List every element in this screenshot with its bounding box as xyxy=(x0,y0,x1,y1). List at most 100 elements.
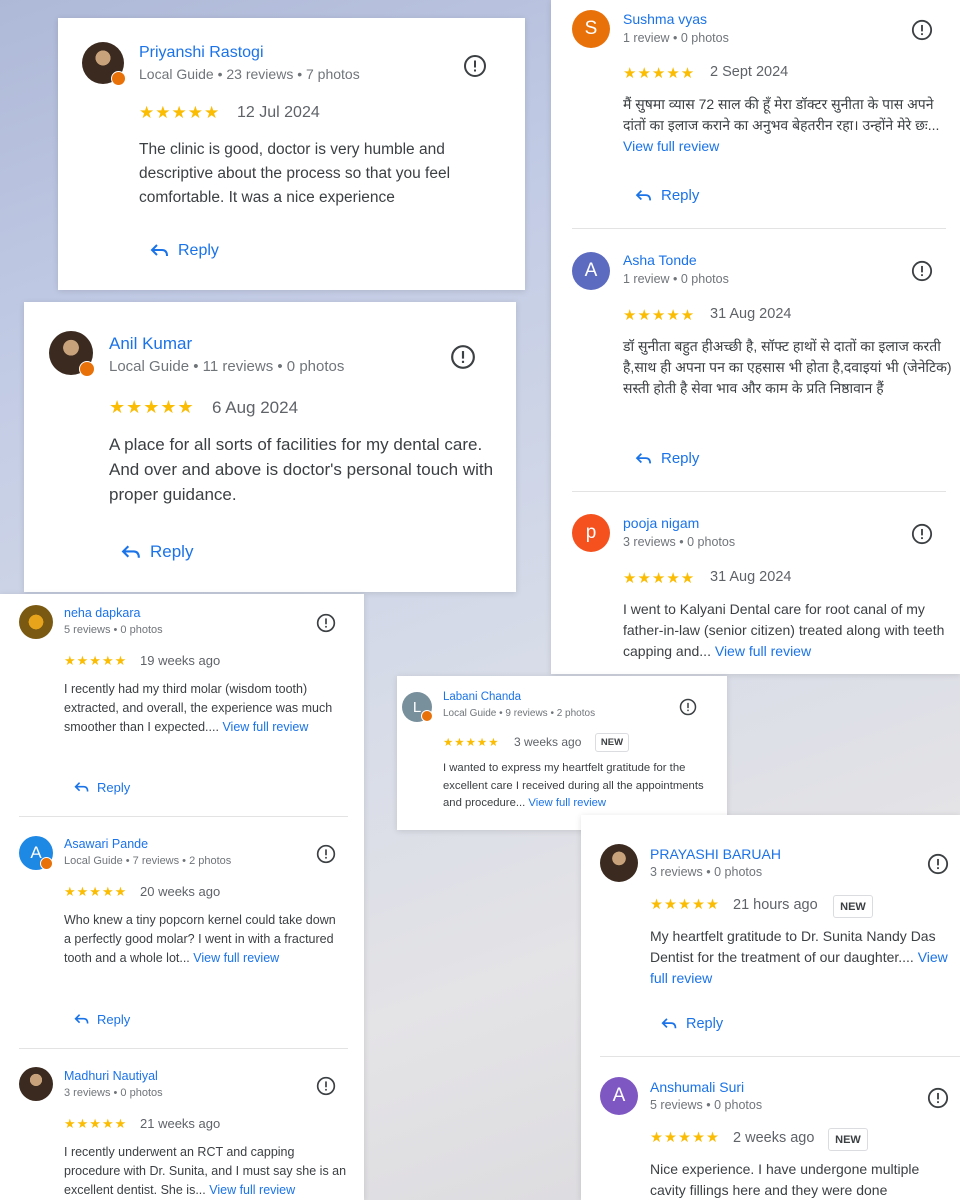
star-rating: ★★★★★ xyxy=(64,884,128,899)
avatar[interactable]: A xyxy=(600,1077,638,1115)
reply-arrow-icon xyxy=(74,1014,89,1024)
report-icon[interactable] xyxy=(927,1087,949,1109)
reviewer-name[interactable]: neha dapkara xyxy=(64,606,140,620)
review-text: I wanted to express my heartfelt gratitu… xyxy=(443,762,704,809)
review-date: 3 weeks ago xyxy=(514,735,582,749)
reply-button[interactable]: Reply xyxy=(121,542,193,562)
review-text: I recently underwent an RCT and capping … xyxy=(64,1145,347,1197)
review-card-bottom-right: PRAYASHI BARUAH 3 reviews • 0 photos ★★★… xyxy=(581,815,960,1200)
report-icon[interactable] xyxy=(316,844,336,864)
review-text: डॉ सुनीता बहुत हीअच्छी है, सॉफ्ट हाथों स… xyxy=(623,338,952,396)
review-date: 31 Aug 2024 xyxy=(710,569,792,585)
reviewer-name[interactable]: Anshumali Suri xyxy=(650,1079,744,1095)
avatar[interactable]: S xyxy=(572,10,610,48)
view-full-review-link[interactable]: View full review xyxy=(193,951,279,965)
report-icon[interactable] xyxy=(911,523,933,545)
avatar[interactable]: A xyxy=(572,252,610,290)
avatar[interactable] xyxy=(600,844,638,882)
reviewer-meta: 5 reviews • 0 photos xyxy=(650,1098,763,1112)
divider xyxy=(19,1048,348,1049)
reply-button[interactable]: Reply xyxy=(150,242,219,260)
review-text: I recently had my third molar (wisdom to… xyxy=(64,682,333,734)
reviewer-meta: 1 review • 0 photos xyxy=(623,272,729,286)
reviewer-name[interactable]: Asawari Pande xyxy=(64,837,148,851)
star-rating: ★★★★★ xyxy=(650,1130,720,1146)
local-guide-badge-icon xyxy=(421,710,433,722)
reply-button[interactable]: Reply xyxy=(74,1012,130,1027)
reviewer-meta: Local Guide • 11 reviews • 0 photos xyxy=(109,358,345,375)
reply-arrow-icon xyxy=(74,782,89,792)
report-icon[interactable] xyxy=(679,698,697,716)
review-date: 21 hours ago xyxy=(733,897,818,913)
review-text: A place for all sorts of facilities for … xyxy=(109,435,494,504)
reviewer-meta: 5 reviews • 0 photos xyxy=(64,624,163,636)
report-icon[interactable] xyxy=(463,54,487,78)
reviewer-meta: 3 reviews • 0 photos xyxy=(64,1087,163,1099)
reviewer-name[interactable]: pooja nigam xyxy=(623,515,699,531)
review-text: The clinic is good, doctor is very humbl… xyxy=(139,141,451,206)
avatar[interactable] xyxy=(49,331,95,377)
report-icon[interactable] xyxy=(316,1076,336,1096)
review-date: 2 weeks ago xyxy=(733,1130,815,1146)
reply-button[interactable]: Reply xyxy=(661,1016,723,1032)
reviewer-name[interactable]: Sushma vyas xyxy=(623,11,707,27)
view-full-review-link[interactable]: View full review xyxy=(623,138,719,154)
reviewer-meta: Local Guide • 9 reviews • 2 photos xyxy=(443,708,596,719)
divider xyxy=(19,816,348,817)
divider xyxy=(600,1056,960,1057)
star-rating: ★★★★★ xyxy=(64,653,128,668)
review-text: Nice experience. I have undergone multip… xyxy=(650,1161,920,1198)
local-guide-badge-icon xyxy=(79,361,95,377)
reviewer-name[interactable]: Labani Chanda xyxy=(443,691,521,703)
review-date: 19 weeks ago xyxy=(140,653,221,668)
view-full-review-link[interactable]: View full review xyxy=(222,720,308,734)
reviewer-name[interactable]: Priyanshi Rastogi xyxy=(139,44,264,62)
report-icon[interactable] xyxy=(316,613,336,633)
new-badge: NEW xyxy=(828,1128,868,1151)
review-date: 6 Aug 2024 xyxy=(212,398,299,417)
star-rating: ★★★★★ xyxy=(109,397,195,417)
review-date: 20 weeks ago xyxy=(140,884,221,899)
reply-arrow-icon xyxy=(661,1018,677,1029)
avatar[interactable] xyxy=(19,605,53,639)
star-rating: ★★★★★ xyxy=(443,737,500,749)
reply-button[interactable]: Reply xyxy=(74,780,130,795)
reviewer-meta: 1 review • 0 photos xyxy=(623,31,729,45)
view-full-review-link[interactable]: View full review xyxy=(528,797,606,809)
reply-arrow-icon xyxy=(150,244,168,257)
report-icon[interactable] xyxy=(450,344,476,370)
report-icon[interactable] xyxy=(911,19,933,41)
avatar[interactable] xyxy=(19,1067,53,1101)
view-full-review-link[interactable]: View full review xyxy=(715,643,811,659)
reply-arrow-icon xyxy=(635,452,651,463)
avatar[interactable]: p xyxy=(572,514,610,552)
review-text: My heartfelt gratitude to Dr. Sunita Nan… xyxy=(650,928,948,986)
review-card-anil: Anil Kumar Local Guide • 11 reviews • 0 … xyxy=(24,302,516,592)
review-card-right-column: S Sushma vyas 1 review • 0 photos ★★★★★ … xyxy=(551,0,960,674)
review-date: 2 Sept 2024 xyxy=(710,64,789,80)
local-guide-badge-icon xyxy=(111,71,126,86)
reviewer-meta: 3 reviews • 0 photos xyxy=(650,865,763,879)
review-date: 21 weeks ago xyxy=(140,1116,221,1131)
report-icon[interactable] xyxy=(911,260,933,282)
reviewer-meta: Local Guide • 23 reviews • 7 photos xyxy=(139,66,360,82)
view-full-review-link[interactable]: View full review xyxy=(209,1183,295,1197)
reviewer-name[interactable]: Anil Kumar xyxy=(109,334,192,354)
review-date: 12 Jul 2024 xyxy=(237,104,320,121)
divider xyxy=(572,491,946,492)
review-card-labani: L Labani Chanda Local Guide • 9 reviews … xyxy=(397,676,727,830)
reply-button[interactable]: Reply xyxy=(635,450,699,467)
reviewer-name[interactable]: PRAYASHI BARUAH xyxy=(650,846,781,862)
reviewer-name[interactable]: Asha Tonde xyxy=(623,252,697,268)
review-text: I went to Kalyani Dental care for root c… xyxy=(623,601,945,659)
reply-button[interactable]: Reply xyxy=(635,187,699,204)
star-rating: ★★★★★ xyxy=(650,897,720,913)
report-icon[interactable] xyxy=(927,853,949,875)
reviewer-name[interactable]: Madhuri Nautiyal xyxy=(64,1069,158,1083)
new-badge: NEW xyxy=(833,895,873,918)
star-rating: ★★★★★ xyxy=(623,570,696,587)
local-guide-badge-icon xyxy=(40,857,53,870)
reply-arrow-icon xyxy=(121,544,140,558)
avatar[interactable] xyxy=(82,42,126,86)
star-rating: ★★★★★ xyxy=(623,307,696,324)
